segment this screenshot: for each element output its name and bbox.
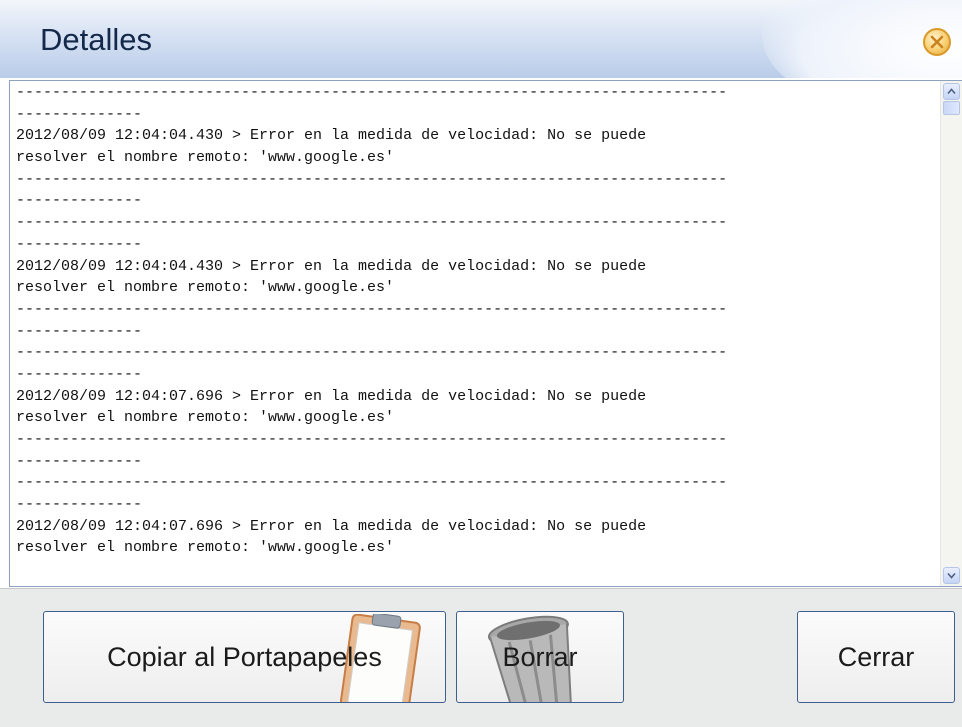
log-line: 2012/08/09 12:04:07.696 > Error en la me… (16, 517, 647, 535)
copy-to-clipboard-button[interactable]: Copiar al Portapapeles (43, 611, 446, 703)
log-line: ----------------------------------------… (16, 474, 728, 492)
log-line: -------------- (16, 322, 143, 340)
log-line: -------------- (16, 192, 143, 210)
log-line: -------------- (16, 496, 143, 514)
log-line: 2012/08/09 12:04:07.696 > Error en la me… (16, 387, 647, 405)
log-line: resolver el nombre remoto: 'www.google.e… (16, 149, 395, 167)
vertical-scrollbar[interactable] (940, 81, 962, 586)
chevron-down-icon (947, 572, 956, 579)
scroll-up-button[interactable] (943, 83, 960, 100)
log-line: ----------------------------------------… (16, 300, 728, 318)
scroll-thumb[interactable] (943, 101, 960, 115)
log-line: ----------------------------------------… (16, 431, 728, 448)
log-line: ----------------------------------------… (16, 84, 728, 101)
log-line: resolver el nombre remoto: 'www.google.e… (16, 279, 395, 297)
log-line: ----------------------------------------… (16, 214, 728, 232)
dialog-title: Detalles (40, 22, 152, 57)
title-bar: Detalles (0, 0, 962, 78)
clear-button[interactable]: Borrar (456, 611, 624, 703)
close-window-button[interactable] (923, 28, 951, 56)
details-dialog: Detalles -------------- -------------- ---… (0, 0, 962, 727)
log-line: 2012/08/09 12:04:04.430 > Error en la me… (16, 257, 647, 275)
button-bar: Copiar al Portapapeles Borrar Cerrar (0, 588, 962, 727)
copy-button-label: Copiar al Portapapeles (107, 641, 382, 672)
log-line: -------------- (16, 235, 143, 253)
close-icon (930, 35, 944, 49)
scroll-down-button[interactable] (943, 567, 960, 584)
clear-button-label: Borrar (502, 641, 578, 672)
log-line: ----------------------------------------… (16, 344, 728, 362)
log-line: -------------- (16, 365, 143, 383)
close-button[interactable]: Cerrar (797, 611, 955, 703)
log-textarea[interactable]: -------------- -------------- ------------… (9, 80, 962, 587)
close-button-label: Cerrar (837, 641, 915, 672)
log-line: resolver el nombre remoto: 'www.google.e… (16, 409, 395, 427)
chevron-up-icon (947, 88, 956, 95)
log-line: resolver el nombre remoto: 'www.google.e… (16, 539, 395, 557)
log-content: -------------- -------------- ------------… (11, 82, 938, 585)
log-line: 2012/08/09 12:04:04.430 > Error en la me… (16, 127, 647, 145)
log-line: -------------- (16, 105, 143, 123)
log-line: -------------- (16, 452, 143, 470)
log-line: ----------------------------------------… (16, 170, 728, 188)
